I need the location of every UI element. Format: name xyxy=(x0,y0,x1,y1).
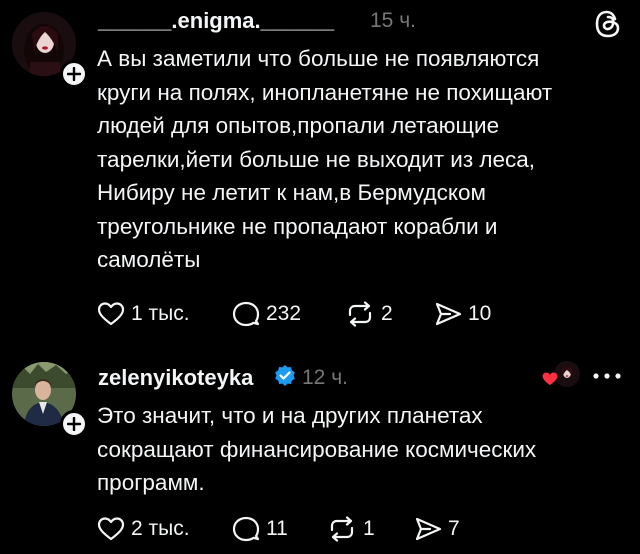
comment-icon xyxy=(232,301,260,327)
reply-count: 232 xyxy=(266,302,302,325)
post-text-line: А вы заметили что больше не появляются xyxy=(97,46,540,71)
post-text-line: Нибиру не летит к нам,в Бермудском xyxy=(97,180,486,205)
reply-count: 11 xyxy=(266,517,288,540)
heart-icon xyxy=(97,517,125,541)
repost-button[interactable]: 1 xyxy=(327,516,375,542)
follow-button[interactable] xyxy=(60,60,88,88)
repost-icon xyxy=(330,516,354,542)
share-button[interactable]: 10 xyxy=(434,301,491,327)
author-liked-indicator xyxy=(541,361,581,391)
post-text-line: треугольнике не пропадают корабли и xyxy=(97,213,498,239)
post-timestamp[interactable]: 15 ч. xyxy=(370,9,416,33)
reply-text-line: Это значит, что и на других планетах xyxy=(97,403,483,428)
post-text-line: самолёты xyxy=(97,247,201,272)
post-text-line: людей для опытов,пропали летающие xyxy=(97,113,500,138)
post-author-username[interactable]: ______.enigma.______ xyxy=(98,8,334,34)
post-text: А вы заметили что больше не появляются к… xyxy=(97,42,552,277)
reply-button[interactable]: 232 xyxy=(232,301,301,327)
comment-icon xyxy=(232,516,260,542)
reply-text-line: сокращают финансирование космических xyxy=(97,436,537,462)
reply-text-line: программ. xyxy=(97,470,205,495)
reply-button[interactable]: 11 xyxy=(232,516,288,542)
share-icon xyxy=(415,517,442,541)
like-count: 1 тыс. xyxy=(131,302,190,325)
plus-icon xyxy=(67,67,81,81)
verified-icon xyxy=(275,365,295,386)
repost-count: 2 xyxy=(381,302,393,325)
reply-author-username[interactable]: zelenyikoteyka xyxy=(98,365,253,391)
like-button[interactable]: 2 тыс. xyxy=(97,516,190,542)
threads-logo-icon[interactable] xyxy=(593,9,623,39)
reply-text: Это значит, что и на других планетах сок… xyxy=(97,399,536,500)
reply-timestamp[interactable]: 12 ч. xyxy=(302,366,348,390)
share-button[interactable]: 7 xyxy=(414,516,460,542)
repost-button[interactable]: 2 xyxy=(345,301,393,327)
like-button[interactable]: 1 тыс. xyxy=(97,301,190,327)
post-text-line: круги на полях, инопланетяне не похищают xyxy=(97,79,553,105)
more-icon[interactable] xyxy=(591,372,623,380)
follow-button[interactable] xyxy=(60,410,88,438)
share-count: 10 xyxy=(468,302,492,325)
share-count: 7 xyxy=(448,517,460,540)
heart-icon xyxy=(97,302,125,326)
like-count: 2 тыс. xyxy=(131,517,190,540)
share-icon xyxy=(435,302,462,326)
plus-icon xyxy=(67,417,81,431)
repost-count: 1 xyxy=(363,517,375,540)
repost-icon xyxy=(348,301,372,327)
heart-icon xyxy=(542,372,558,386)
post-text-line: тарелки,йети больше не выходит из леса, xyxy=(97,146,536,172)
